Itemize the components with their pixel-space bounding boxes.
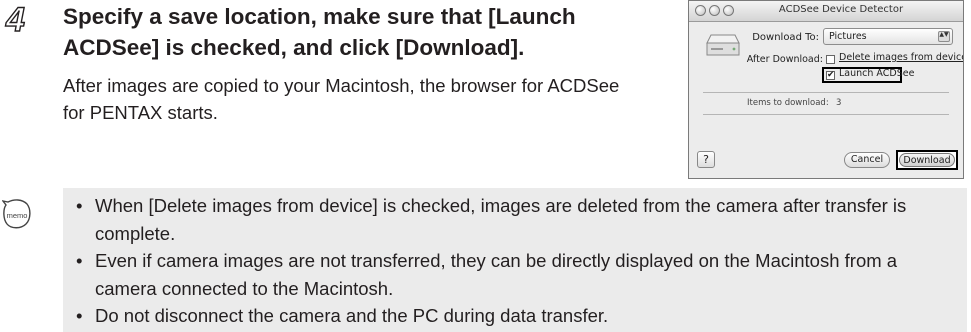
delete-images-checkbox[interactable] [826, 55, 835, 64]
download-button[interactable]: Download [899, 153, 955, 167]
delete-images-label[interactable]: Delete images from device [839, 52, 963, 63]
launch-acdsee-checkbox[interactable]: ✔ [826, 71, 835, 80]
memo-icon: memo [2, 199, 31, 229]
drive-icon [706, 34, 740, 56]
download-to-label: Download To: [752, 32, 819, 43]
launch-acdsee-label[interactable]: Launch ACDSee [839, 68, 914, 79]
divider [703, 114, 949, 115]
memo-list: • When [Delete images from device] is che… [73, 192, 961, 330]
items-to-download-label: Items to download: [747, 98, 829, 108]
items-to-download-value: 3 [836, 98, 842, 108]
after-download-label: After Download: [746, 54, 823, 65]
memo-item-text: Even if camera images are not transferre… [95, 250, 898, 299]
bullet: • [76, 195, 83, 216]
memo-box: • When [Delete images from device] is che… [63, 188, 967, 332]
acdsee-device-detector-dialog: ACDSee Device Detector Download To: Pict… [688, 0, 964, 179]
popup-arrows-icon: ▲▼ [938, 31, 950, 42]
bullet: • [76, 250, 83, 271]
step-body-text: After images are copied to your Macintos… [63, 75, 620, 123]
step-number: 4 [5, 1, 25, 39]
cancel-button[interactable]: Cancel [844, 152, 890, 168]
close-window-icon[interactable] [695, 5, 706, 16]
memo-item-text: Do not disconnect the camera and the PC … [95, 305, 609, 326]
memo-item: • When [Delete images from device] is che… [73, 192, 961, 247]
help-button[interactable]: ? [697, 151, 715, 168]
memo-item: • Do not disconnect the camera and the PC… [73, 302, 961, 330]
minimize-window-icon[interactable] [709, 5, 720, 16]
zoom-window-icon[interactable] [723, 5, 734, 16]
download-to-select[interactable]: Pictures ▲▼ [823, 28, 953, 45]
divider [703, 92, 949, 93]
dialog-title: ACDSee Device Detector [778, 4, 904, 15]
memo-item-text: When [Delete images from device] is chec… [95, 195, 907, 244]
step-heading: Specify a save location, make sure that … [63, 4, 576, 60]
svg-text:memo: memo [7, 211, 28, 220]
bullet: • [76, 305, 83, 326]
memo-item: • Even if camera images are not transferr… [73, 247, 961, 302]
download-button-highlight: Download [896, 150, 958, 170]
dialog-titlebar: ACDSee Device Detector [689, 1, 963, 22]
download-to-value: Pictures [829, 31, 867, 42]
